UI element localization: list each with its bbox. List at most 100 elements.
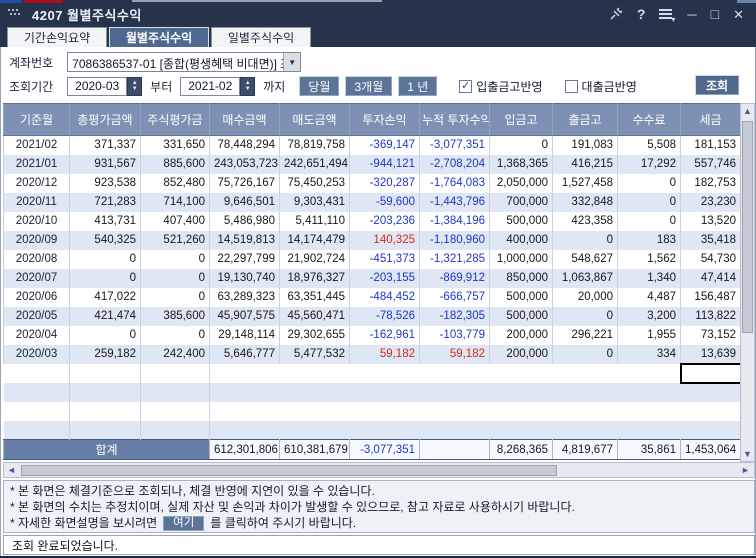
empty-cell[interactable] <box>489 382 553 402</box>
grid-cell[interactable]: 385,600 <box>140 306 210 326</box>
grid-cell[interactable]: 2020/10 <box>3 211 70 231</box>
grid-cell[interactable]: 852,480 <box>140 173 210 193</box>
grid-cell[interactable]: 3,200 <box>617 306 681 326</box>
grid-cell[interactable]: 200,000 <box>489 344 553 364</box>
grid-cell[interactable]: 2020/11 <box>3 192 70 212</box>
current-month-button[interactable]: 당월 <box>299 76 340 96</box>
grid-cell[interactable]: 548,627 <box>552 249 618 269</box>
empty-cell[interactable] <box>680 420 741 440</box>
grid-cell[interactable]: 931,567 <box>69 154 141 174</box>
empty-cell[interactable] <box>350 402 420 421</box>
grid-cell[interactable]: 5,411,110 <box>279 211 350 231</box>
close-icon[interactable]: ✕ <box>733 8 744 21</box>
column-header[interactable]: 수수료 <box>617 103 681 136</box>
empty-cell[interactable] <box>280 402 350 421</box>
grid-cell[interactable]: 500,000 <box>489 287 553 307</box>
grid-cell[interactable]: -869,912 <box>419 268 490 288</box>
grid-cell[interactable]: 540,325 <box>69 230 141 250</box>
grid-cell[interactable]: 47,414 <box>680 268 741 288</box>
grid-cell[interactable]: 334 <box>617 344 681 364</box>
here-button[interactable]: 여기 <box>163 515 205 531</box>
grid-cell[interactable]: 59,182 <box>419 344 490 364</box>
empty-cell[interactable] <box>209 420 280 440</box>
empty-cell[interactable] <box>140 401 210 421</box>
empty-cell[interactable] <box>140 363 210 383</box>
grid-cell[interactable]: 2021/02 <box>3 135 70 155</box>
grid-cell[interactable]: 183 <box>617 230 681 250</box>
grid-cell[interactable]: 407,400 <box>140 211 210 231</box>
scroll-up-icon[interactable]: ▲ <box>741 104 754 118</box>
empty-cell[interactable] <box>419 382 490 402</box>
grid-cell[interactable]: 54,730 <box>680 249 741 269</box>
empty-cell[interactable] <box>552 382 618 402</box>
vertical-scrollbar-thumb[interactable] <box>742 121 753 333</box>
empty-cell[interactable] <box>3 363 70 383</box>
horizontal-scrollbar-thumb[interactable] <box>21 465 557 476</box>
empty-cell[interactable] <box>617 420 681 440</box>
grid-cell[interactable]: 5,646,777 <box>209 344 280 364</box>
empty-cell[interactable] <box>420 364 490 383</box>
empty-cell[interactable] <box>69 401 141 421</box>
date-from-spinner[interactable]: ▲ ▼ <box>127 76 143 96</box>
grid-cell[interactable]: 923,538 <box>69 173 141 193</box>
grid-cell[interactable]: 521,260 <box>140 230 210 250</box>
grid-cell[interactable]: 63,351,445 <box>279 287 350 307</box>
grid-cell[interactable]: 296,221 <box>552 325 618 345</box>
grid-cell[interactable]: 9,303,431 <box>279 192 350 212</box>
grid-cell[interactable]: 500,000 <box>489 306 553 326</box>
empty-cell[interactable] <box>280 364 350 383</box>
minimize-icon[interactable]: ─ <box>687 8 696 21</box>
grid-cell[interactable]: 9,646,501 <box>209 192 280 212</box>
menu-icon[interactable]: ▾ <box>659 8 675 23</box>
grid-cell[interactable]: 5,477,532 <box>279 344 350 364</box>
grid-cell[interactable]: -1,180,960 <box>419 230 490 250</box>
column-header[interactable]: 세금 <box>680 103 741 136</box>
empty-cell[interactable] <box>279 382 350 402</box>
empty-cell[interactable] <box>680 382 741 402</box>
grid-cell[interactable]: -59,600 <box>349 192 420 212</box>
grid-cell[interactable]: -1,321,285 <box>419 249 490 269</box>
grid-cell[interactable]: 259,182 <box>69 344 141 364</box>
column-header[interactable]: 매수금액 <box>209 103 280 136</box>
empty-cell[interactable] <box>209 382 280 402</box>
grid-cell[interactable]: -1,764,083 <box>419 173 490 193</box>
column-header[interactable]: 매도금액 <box>279 103 350 136</box>
grid-cell[interactable]: -2,708,204 <box>419 154 490 174</box>
grid-cell[interactable]: 1,527,458 <box>552 173 618 193</box>
grid-cell[interactable]: -162,961 <box>349 325 420 345</box>
deposit-reflect-checkbox[interactable]: ✓ <box>459 79 473 93</box>
grid-cell[interactable]: 850,000 <box>489 268 553 288</box>
date-to-spinner[interactable]: ▲ ▼ <box>240 76 256 96</box>
grid-cell[interactable]: 0 <box>489 135 553 155</box>
grid-cell[interactable]: -203,155 <box>349 268 420 288</box>
grid-cell[interactable]: 113,822 <box>680 306 741 326</box>
column-header[interactable]: 출금고 <box>552 103 618 136</box>
maximize-icon[interactable]: □ <box>711 7 719 21</box>
three-month-button[interactable]: 3개월 <box>345 76 393 96</box>
grid-cell[interactable]: 20,000 <box>552 287 618 307</box>
grid-cell[interactable]: 557,746 <box>680 154 741 174</box>
empty-cell[interactable] <box>617 382 681 402</box>
grid-cell[interactable]: -944,121 <box>349 154 420 174</box>
grid-cell[interactable]: 0 <box>69 249 141 269</box>
grid-cell[interactable]: 0 <box>140 287 210 307</box>
grid-cell[interactable]: 18,976,327 <box>279 268 350 288</box>
empty-cell[interactable] <box>279 420 350 440</box>
grid-cell[interactable]: 0 <box>617 192 681 212</box>
grid-cell[interactable]: 45,560,471 <box>279 306 350 326</box>
grid-cell[interactable]: 2,050,000 <box>489 173 553 193</box>
grid-cell[interactable]: 4,487 <box>617 287 681 307</box>
empty-cell[interactable] <box>3 401 70 421</box>
grid-cell[interactable]: 5,508 <box>617 135 681 155</box>
column-header[interactable]: 투자손익 <box>349 103 420 136</box>
empty-cell[interactable] <box>140 382 210 402</box>
tab-daily-returns[interactable]: 일별주식수익 <box>211 27 311 47</box>
grid-cell[interactable]: 78,448,294 <box>209 135 280 155</box>
empty-cell[interactable] <box>140 420 210 440</box>
grid-cell[interactable]: -666,757 <box>419 287 490 307</box>
grid-cell[interactable]: 332,848 <box>552 192 618 212</box>
grid-cell[interactable]: 2020/06 <box>3 287 70 307</box>
tab-monthly-returns[interactable]: 월별주식수익 <box>109 27 209 47</box>
one-year-button[interactable]: 1 년 <box>398 76 438 96</box>
grid-cell[interactable]: 885,600 <box>140 154 210 174</box>
